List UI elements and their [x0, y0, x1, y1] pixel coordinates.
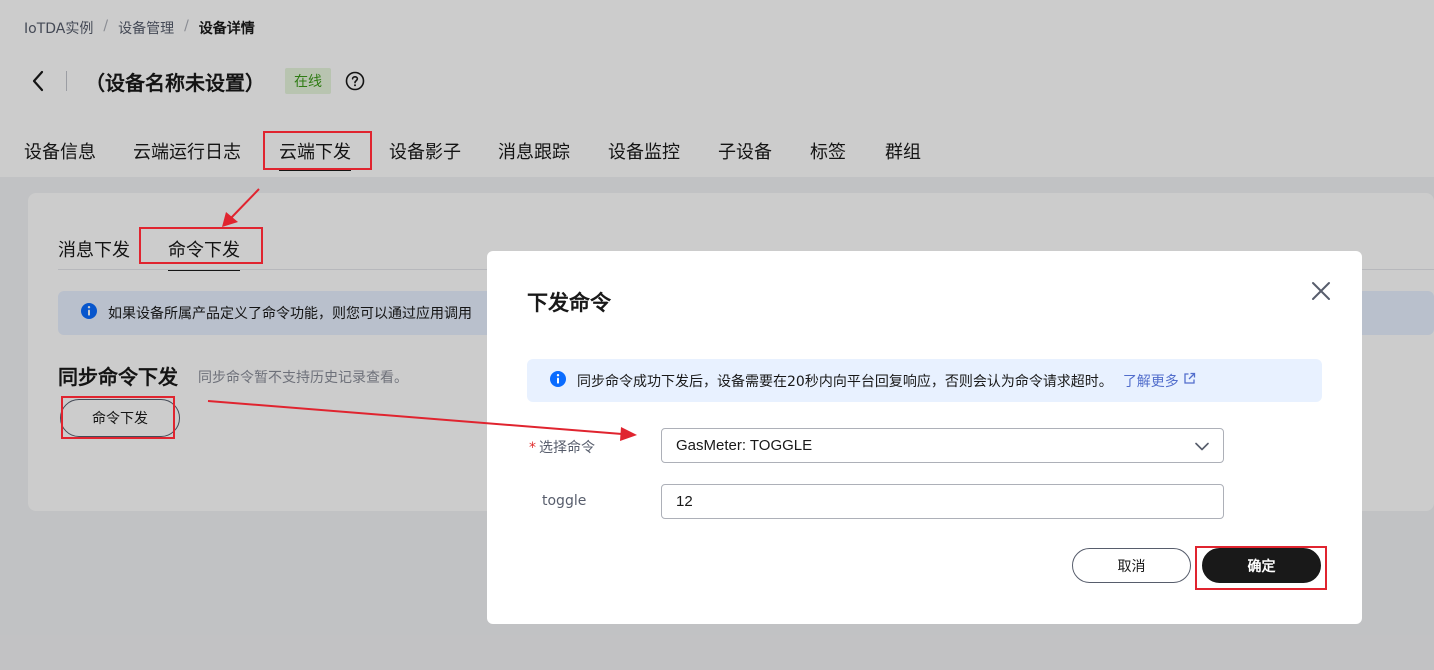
annotation-arrow-to-subtab	[222, 188, 260, 227]
annotation-arrows	[207, 188, 637, 441]
annotation-arrow-to-select	[207, 400, 637, 441]
